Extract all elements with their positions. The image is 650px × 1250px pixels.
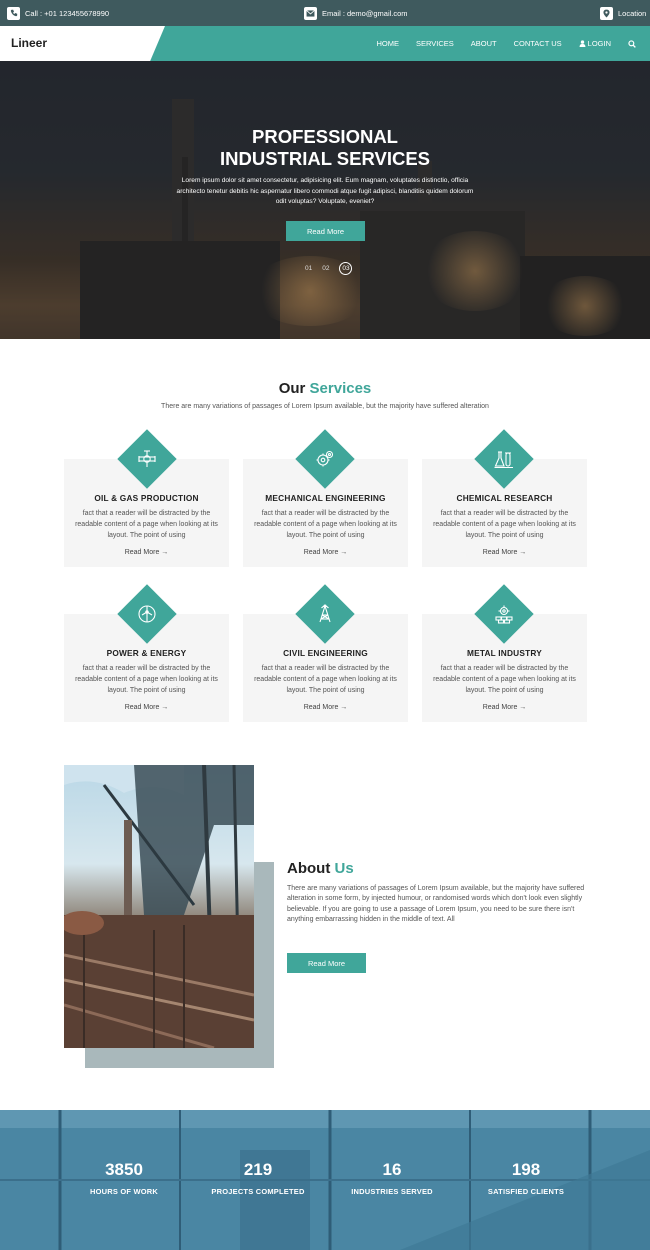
about-title-main: About: [287, 860, 331, 877]
service-title: CIVIL ENGINEERING: [283, 648, 368, 658]
stat-industries: 16 INDUSTRIES SERVED: [322, 1160, 462, 1196]
services-subtitle: There are many variations of passages of…: [161, 403, 489, 410]
stat-label: INDUSTRIES SERVED: [351, 1187, 433, 1196]
read-more-link[interactable]: Read More →: [64, 704, 229, 711]
read-more-link[interactable]: Read More →: [243, 549, 408, 556]
about-title: About Us: [287, 860, 354, 877]
service-text: fact that a reader will be distracted by…: [254, 510, 397, 539]
stat-number: 3850: [105, 1160, 143, 1179]
slide-dot-2[interactable]: 02: [322, 265, 329, 272]
stat-projects: 219 PROJECTS COMPLETED: [188, 1160, 328, 1196]
phone-icon: [7, 6, 20, 20]
stat-label: SATISFIED CLIENTS: [487, 1187, 565, 1196]
industrial-scene-graphic: [64, 765, 254, 1048]
service-title: OIL & GAS PRODUCTION: [94, 493, 199, 503]
about-description: There are many variations of passages of…: [287, 885, 585, 924]
location-info[interactable]: Location: [600, 0, 646, 26]
services-title: Our Services: [0, 380, 650, 397]
about-title-accent: Us: [334, 860, 354, 877]
hero-read-more-button[interactable]: Read More: [286, 221, 365, 241]
nav-services[interactable]: SERVICES: [416, 39, 454, 48]
hero-slider: PROFESSIONAL INDUSTRIAL SERVICES Lorem i…: [0, 61, 650, 339]
nav-home[interactable]: HOME: [376, 39, 399, 48]
services-title-main: Our: [278, 380, 306, 397]
service-text: fact that a reader will be distracted by…: [75, 510, 218, 539]
stat-number: 16: [382, 1160, 402, 1179]
service-badge: [474, 429, 534, 489]
service-title: METAL INDUSTRY: [466, 648, 542, 658]
stat-number: 219: [243, 1160, 273, 1179]
service-title: POWER & ENERGY: [106, 648, 187, 658]
read-more-link[interactable]: Read More →: [422, 704, 587, 711]
email-text: Email : demo@gmail.com: [322, 8, 408, 18]
service-title: CHEMICAL RESEARCH: [456, 493, 553, 503]
email-info[interactable]: Email : demo@gmail.com: [304, 0, 408, 26]
about-image: [64, 765, 254, 1048]
stat-number: 198: [511, 1160, 541, 1179]
nav-login-label: LOGIN: [587, 39, 611, 48]
stat-label: HOURS OF WORK: [89, 1187, 158, 1196]
main-nav: HOME SERVICES ABOUT CONTACT US LOGIN: [359, 26, 638, 61]
service-title: MECHANICAL ENGINEERING: [265, 493, 386, 503]
read-more-link[interactable]: Read More →: [422, 549, 587, 556]
service-text: fact that a reader will be distracted by…: [433, 665, 576, 694]
service-badge: [295, 584, 355, 644]
nav-login[interactable]: LOGIN: [579, 39, 611, 48]
search-button[interactable]: [628, 39, 638, 48]
map-pin-icon: [600, 6, 613, 20]
hero-title-line1: PROFESSIONAL: [252, 126, 398, 147]
service-text: fact that a reader will be distracted by…: [254, 665, 397, 694]
tower-icon: [304, 593, 346, 635]
oil-gas-icon: [126, 438, 168, 480]
slider-pagination: 01 02 03: [305, 262, 353, 275]
site-logo[interactable]: Lineer: [11, 36, 47, 50]
user-icon: [579, 40, 586, 47]
stat-label: PROJECTS COMPLETED: [211, 1187, 305, 1196]
read-more-link[interactable]: Read More →: [64, 549, 229, 556]
service-text: fact that a reader will be distracted by…: [75, 665, 218, 694]
about-read-more-button[interactable]: Read More: [287, 953, 366, 973]
service-badge: [117, 584, 177, 644]
service-badge: [295, 429, 355, 489]
slide-dot-1[interactable]: 01: [305, 265, 312, 272]
call-info[interactable]: Call : +01 123455678990: [7, 0, 109, 26]
service-badge: [474, 584, 534, 644]
service-text: fact that a reader will be distracted by…: [433, 510, 576, 539]
wind-turbine-icon: [126, 593, 168, 635]
nav-about[interactable]: ABOUT: [471, 39, 497, 48]
hero-title-line2: INDUSTRIAL SERVICES: [219, 148, 431, 169]
stat-hours: 3850 HOURS OF WORK: [54, 1160, 194, 1196]
nav-contact[interactable]: CONTACT US: [514, 39, 562, 48]
location-text: Location: [618, 8, 647, 18]
metal-industry-icon: [483, 593, 525, 635]
call-text: Call : +01 123455678990: [25, 8, 110, 18]
top-info-bar: Call : +01 123455678990 Email : demo@gma…: [0, 0, 650, 26]
envelope-icon: [304, 6, 317, 20]
slide-dot-3-active[interactable]: 03: [339, 262, 353, 275]
search-icon: [628, 39, 636, 48]
service-badge: [117, 429, 177, 489]
hero-description: Lorem ipsum dolor sit amet consectetur, …: [176, 177, 474, 205]
gears-icon: [304, 438, 346, 480]
main-header: Lineer HOME SERVICES ABOUT CONTACT US LO…: [0, 26, 650, 61]
services-title-accent: Services: [309, 380, 372, 397]
stat-clients: 198 SATISFIED CLIENTS: [456, 1160, 596, 1196]
flask-icon: [483, 438, 525, 480]
read-more-link[interactable]: Read More →: [243, 704, 408, 711]
